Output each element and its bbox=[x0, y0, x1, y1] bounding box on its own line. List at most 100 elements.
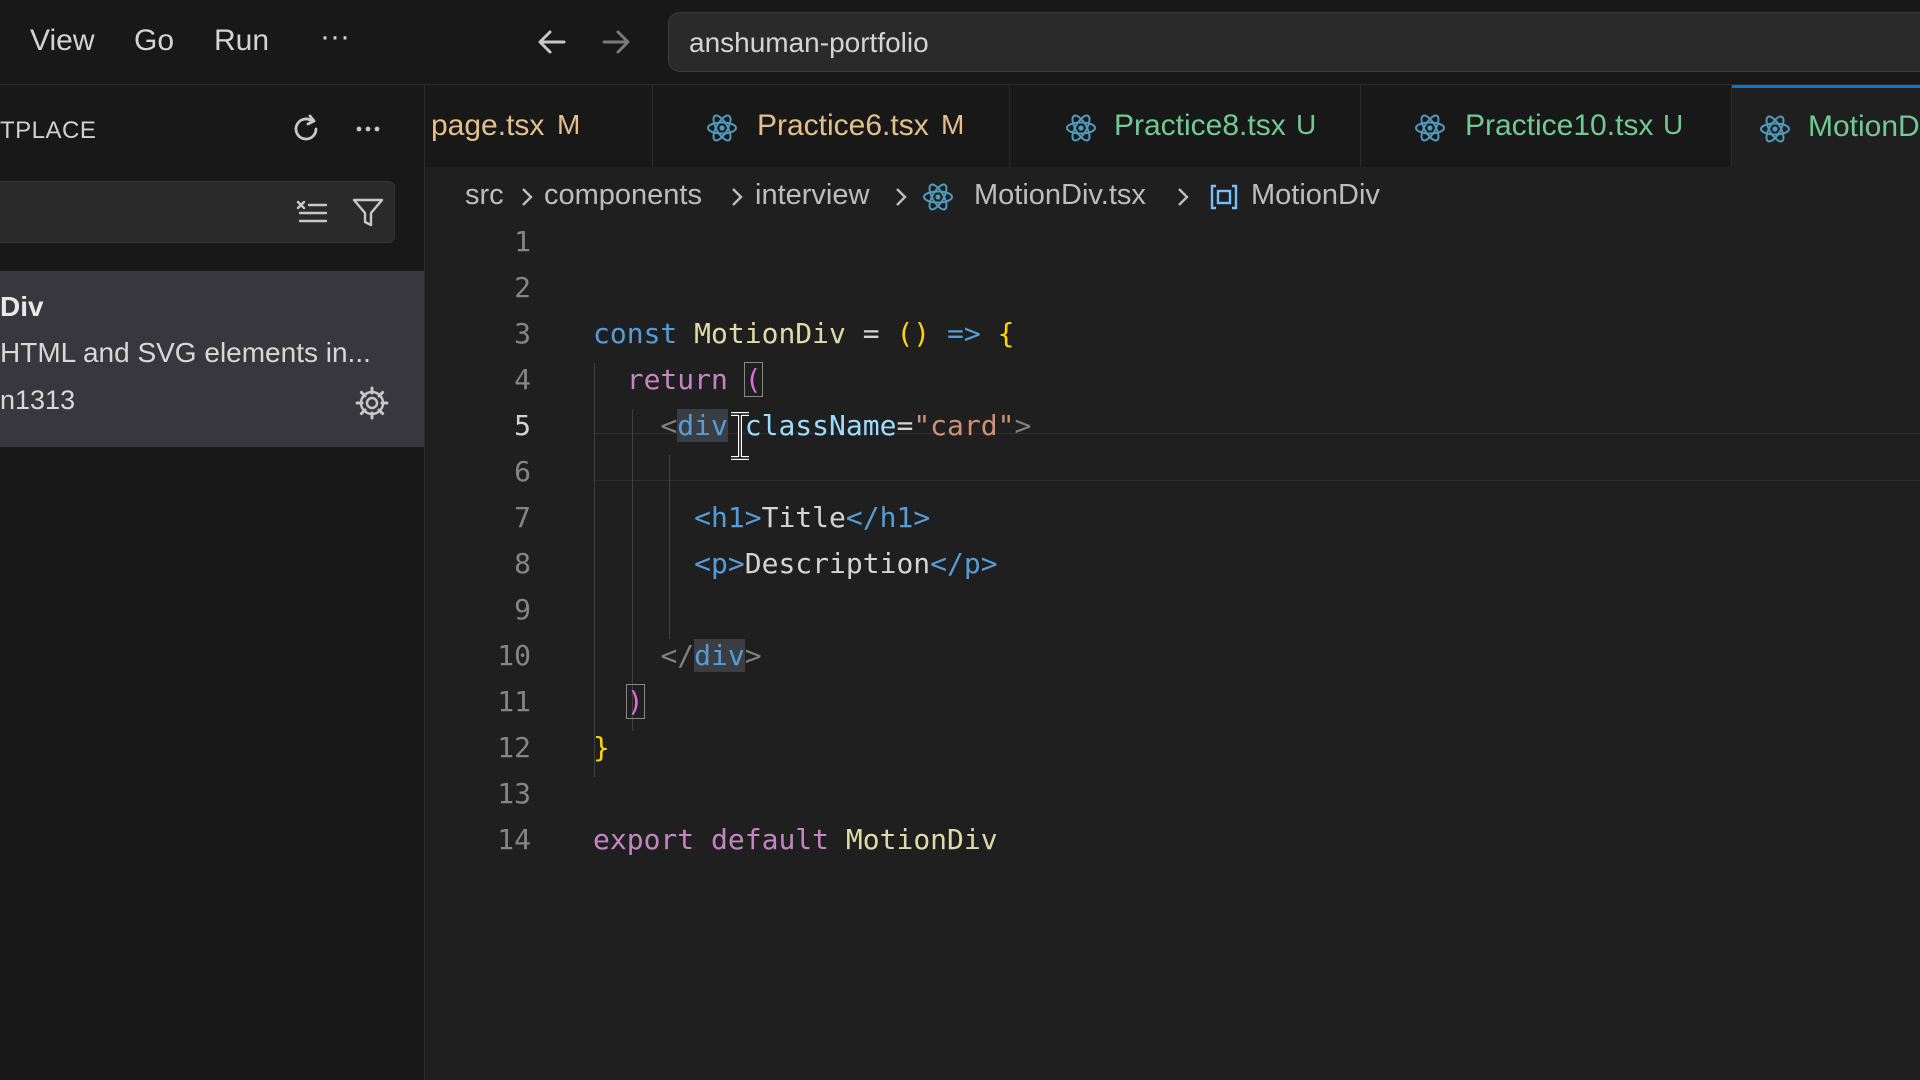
menu-go[interactable]: Go bbox=[134, 24, 174, 58]
line-number: 10 bbox=[497, 639, 531, 672]
chevron-right-icon bbox=[896, 188, 907, 206]
tab-label: page.tsx bbox=[431, 109, 545, 142]
tag-open: <p> bbox=[694, 547, 745, 580]
react-icon bbox=[1066, 114, 1096, 142]
code-line: <p>Description</p> bbox=[593, 547, 998, 580]
menu-more[interactable]: ··· bbox=[320, 20, 350, 54]
keyword-export: export bbox=[593, 823, 695, 856]
line-number-current: 5 bbox=[514, 409, 531, 442]
tab-status-badge: M bbox=[941, 109, 965, 140]
chevron-right-icon bbox=[732, 188, 743, 206]
refresh-icon[interactable] bbox=[288, 111, 324, 147]
text-cursor-icon bbox=[731, 412, 749, 460]
react-icon bbox=[707, 114, 737, 142]
keyword-default: default bbox=[711, 823, 830, 856]
line-number: 9 bbox=[514, 593, 531, 626]
tab-status-badge: U bbox=[1663, 109, 1684, 140]
line-number: 12 bbox=[497, 731, 531, 764]
attribute-value: "card" bbox=[913, 409, 1015, 442]
line-number: 14 bbox=[497, 823, 531, 856]
code-line: return ( bbox=[593, 362, 763, 397]
tab-practice10-tsx[interactable]: Practice10.tsx U bbox=[1361, 85, 1732, 167]
attribute-name: className bbox=[744, 409, 897, 442]
identifier: MotionDiv bbox=[845, 823, 998, 856]
code-line-current: <div className="card"> bbox=[593, 409, 1031, 442]
breadcrumb-item-src[interactable]: src bbox=[465, 179, 504, 212]
line-number: 1 bbox=[514, 225, 531, 258]
more-actions-icon[interactable] bbox=[350, 111, 386, 147]
line-number: 4 bbox=[514, 363, 531, 396]
code-editor[interactable]: 1 2 3 4 5 6 7 8 9 10 11 12 13 14 const M… bbox=[425, 225, 1920, 1080]
chevron-right-icon bbox=[522, 188, 533, 206]
forward-arrow-icon[interactable] bbox=[596, 22, 636, 62]
tag-open: <h1> bbox=[694, 501, 762, 534]
tab-label: Practice8.tsx bbox=[1114, 109, 1286, 142]
operator: = bbox=[896, 409, 914, 442]
line-number: 7 bbox=[514, 501, 531, 534]
breadcrumb: src components interview MotionDiv.tsx M… bbox=[425, 167, 1920, 227]
tag-close: </h1> bbox=[845, 501, 931, 534]
brace: { bbox=[997, 317, 1015, 350]
extension-search-input[interactable] bbox=[0, 181, 395, 243]
operator: = bbox=[845, 317, 897, 350]
gear-icon[interactable] bbox=[354, 385, 390, 421]
tag-name: div bbox=[694, 639, 745, 672]
code-line: } bbox=[593, 731, 610, 764]
clear-filter-list-icon[interactable] bbox=[294, 194, 330, 230]
extension-name: Div bbox=[0, 291, 44, 322]
code-line: const MotionDiv = () => { bbox=[593, 317, 1014, 350]
back-arrow-icon[interactable] bbox=[532, 22, 572, 62]
tab-status-badge: U bbox=[1296, 109, 1317, 140]
line-number: 11 bbox=[497, 685, 531, 718]
code-line: ) bbox=[593, 684, 645, 719]
tab-label: Practice10.tsx bbox=[1465, 109, 1654, 142]
menu-view[interactable]: View bbox=[30, 24, 94, 58]
extension-description: HTML and SVG elements in... bbox=[0, 337, 371, 368]
extensions-sidebar: TPLACE Div HTML and SVG elements in... n… bbox=[0, 85, 425, 1080]
line-number: 6 bbox=[514, 455, 531, 488]
menu-run[interactable]: Run bbox=[214, 24, 269, 58]
tab-page-tsx[interactable]: page.tsx M bbox=[425, 85, 653, 167]
tag-bracket: < bbox=[660, 409, 678, 442]
tag-bracket: </ bbox=[660, 639, 695, 672]
workspace-name: anshuman-portfolio bbox=[689, 27, 929, 58]
filter-icon[interactable] bbox=[350, 194, 386, 230]
tab-motiondiv-tsx[interactable]: MotionD bbox=[1732, 85, 1920, 167]
code-line: <h1>Title</h1> bbox=[593, 501, 930, 534]
breadcrumb-item-file[interactable]: MotionDiv.tsx bbox=[974, 179, 1146, 212]
symbol-variable-icon bbox=[1210, 184, 1238, 210]
breadcrumb-item-symbol[interactable]: MotionDiv bbox=[1251, 179, 1380, 212]
code-line: export default MotionDiv bbox=[593, 823, 998, 856]
jsx-text: Description bbox=[744, 547, 931, 580]
chevron-right-icon bbox=[1178, 188, 1189, 206]
tag-bracket: > bbox=[1014, 409, 1032, 442]
react-icon bbox=[1415, 114, 1445, 142]
title-bar: View Go Run ··· anshuman-portfolio bbox=[0, 0, 1920, 85]
breadcrumb-item-interview[interactable]: interview bbox=[755, 179, 869, 212]
react-icon bbox=[923, 183, 953, 211]
command-center-search[interactable]: anshuman-portfolio bbox=[668, 12, 1920, 72]
brace: } bbox=[593, 731, 610, 764]
extension-publisher: n1313 bbox=[0, 385, 76, 415]
tab-practice6-tsx[interactable]: Practice6.tsx M bbox=[653, 85, 1010, 167]
jsx-text: Title bbox=[761, 501, 846, 534]
keyword-return: return bbox=[626, 363, 728, 396]
line-number: 8 bbox=[514, 547, 531, 580]
react-icon bbox=[1760, 115, 1790, 143]
arrow: => bbox=[930, 317, 998, 350]
tag-name: div bbox=[677, 409, 728, 442]
breadcrumb-item-components[interactable]: components bbox=[544, 179, 702, 212]
keyword-const: const bbox=[593, 317, 678, 350]
params: () bbox=[896, 317, 931, 350]
extension-list-item[interactable]: Div HTML and SVG elements in... n1313 bbox=[0, 271, 424, 447]
sidebar-title: TPLACE bbox=[0, 117, 97, 144]
tag-close: </p> bbox=[930, 547, 998, 580]
line-number: 2 bbox=[514, 271, 531, 304]
tab-status-badge: M bbox=[557, 109, 581, 140]
tag-bracket: > bbox=[744, 639, 762, 672]
identifier: MotionDiv bbox=[694, 317, 846, 350]
tab-label: MotionD bbox=[1808, 110, 1920, 143]
tab-label: Practice6.tsx bbox=[757, 109, 929, 142]
tab-practice8-tsx[interactable]: Practice8.tsx U bbox=[1010, 85, 1361, 167]
code-line: </div> bbox=[593, 639, 762, 672]
